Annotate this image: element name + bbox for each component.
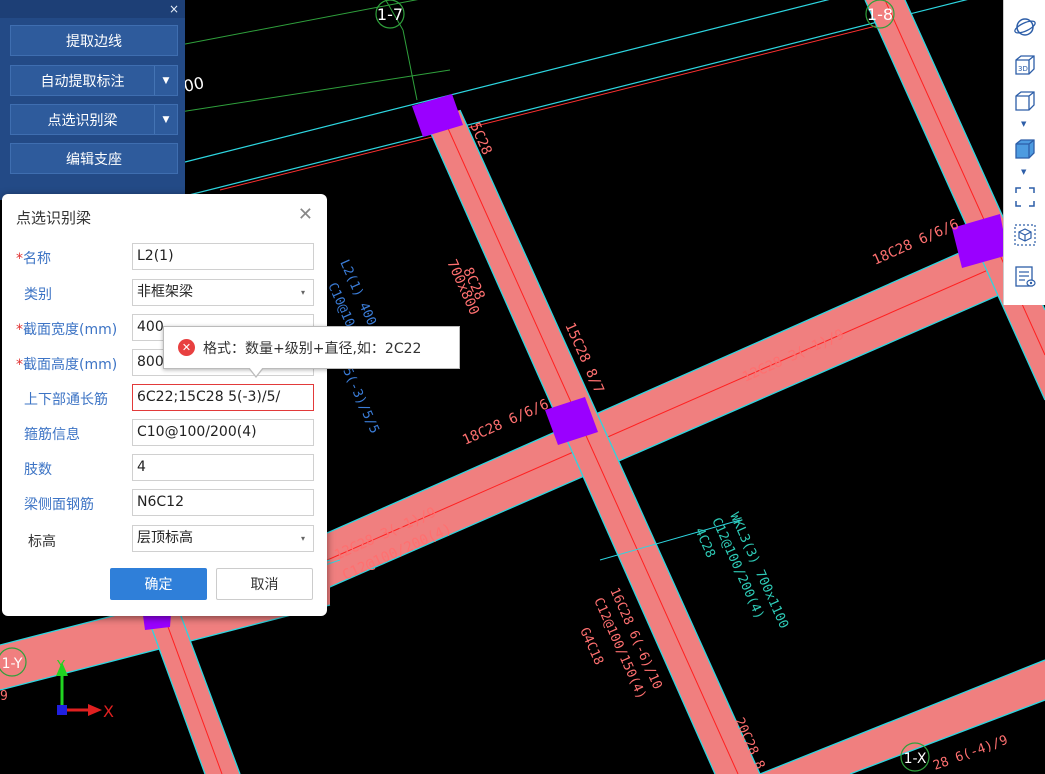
field-label-side-rebar: 梁侧面钢筋 xyxy=(24,497,94,513)
field-label-name: *名称 xyxy=(16,251,51,267)
chevron-down-icon: ▾ xyxy=(300,534,305,543)
svg-text:1-8: 1-8 xyxy=(867,5,893,24)
svg-text:X: X xyxy=(103,702,114,721)
view-properties-icon[interactable] xyxy=(1012,264,1038,290)
error-icon: ✕ xyxy=(178,339,195,356)
edit-support-button[interactable]: 编辑支座 xyxy=(10,143,178,174)
svg-text:1-Y: 1-Y xyxy=(2,656,23,672)
3d-view-icon[interactable]: 3D xyxy=(1012,52,1038,78)
name-input[interactable]: L2(1) xyxy=(132,243,314,270)
view-toolbar: 3D ▼ ▼ xyxy=(1003,0,1045,305)
field-label-through-rebar: 上下部通长筋 xyxy=(24,392,108,408)
field-label-width: *截面宽度(mm) xyxy=(16,322,118,338)
svg-text:Y: Y xyxy=(56,659,65,674)
ok-button[interactable]: 确定 xyxy=(110,568,207,600)
field-label-stirrup: 箍筋信息 xyxy=(24,427,80,443)
identify-beam-dialog: 点选识别梁 ✕ *名称 L2(1) 类别 非框架梁 ▾ *截面宽度(mm) 40… xyxy=(2,194,327,616)
annotation-9-left: 9 xyxy=(0,689,8,704)
field-label-category: 类别 xyxy=(24,287,52,303)
cube-shaded-icon[interactable] xyxy=(1012,136,1038,162)
chevron-down-icon: ▾ xyxy=(300,288,305,297)
fullscreen-icon[interactable] xyxy=(1012,184,1038,210)
legs-input[interactable]: 4 xyxy=(132,454,314,481)
side-rebar-input[interactable]: N6C12 xyxy=(132,489,314,516)
axis-bubble-1-7: 1-7 xyxy=(375,0,405,29)
axis-bubble-1-8: 1-8 xyxy=(865,0,895,29)
dialog-title: 点选识别梁 xyxy=(16,209,92,227)
chevron-down-icon[interactable]: ▼ xyxy=(154,66,177,95)
pick-identify-beam-button[interactable]: 点选识别梁 ▼ xyxy=(10,104,178,135)
chevron-down-icon[interactable]: ▼ xyxy=(1021,168,1026,176)
zoom-extents-icon[interactable] xyxy=(1012,222,1038,248)
svg-text:3D: 3D xyxy=(1018,65,1028,73)
cancel-button[interactable]: 取消 xyxy=(216,568,313,600)
field-label-height: *截面高度(mm) xyxy=(16,357,118,373)
tool-panel-close-icon[interactable]: × xyxy=(169,1,179,17)
field-label-elevation: 标高 xyxy=(28,534,56,550)
extract-edge-button[interactable]: 提取边线 xyxy=(10,25,178,56)
stirrup-input[interactable]: C10@100/200(4) xyxy=(132,419,314,446)
tool-panel-titlebar: × xyxy=(0,0,185,18)
close-icon[interactable]: ✕ xyxy=(298,204,313,225)
format-error-tooltip: ✕ 格式：数量+级别+直径,如：2C22 xyxy=(163,326,460,378)
svg-text:1-X: 1-X xyxy=(904,751,927,767)
elevation-select[interactable]: 层顶标高 ▾ xyxy=(132,525,314,552)
orbit-icon[interactable] xyxy=(1012,14,1038,40)
chevron-down-icon[interactable]: ▼ xyxy=(154,105,177,134)
field-label-legs: 肢数 xyxy=(24,462,52,478)
tooltip-text: 格式：数量+级别+直径,如：2C22 xyxy=(203,340,422,357)
cube-outline-icon[interactable] xyxy=(1012,88,1038,114)
svg-text:1-7: 1-7 xyxy=(377,5,403,24)
chevron-down-icon[interactable]: ▼ xyxy=(1021,120,1026,128)
auto-extract-annotation-button[interactable]: 自动提取标注 ▼ xyxy=(10,65,178,96)
tool-panel: × 提取边线 自动提取标注 ▼ 点选识别梁 ▼ 编辑支座 xyxy=(0,0,185,200)
through-rebar-input[interactable]: 6C22;15C28 5(-3)/5/ xyxy=(132,384,314,411)
category-select[interactable]: 非框架梁 ▾ xyxy=(132,279,314,306)
